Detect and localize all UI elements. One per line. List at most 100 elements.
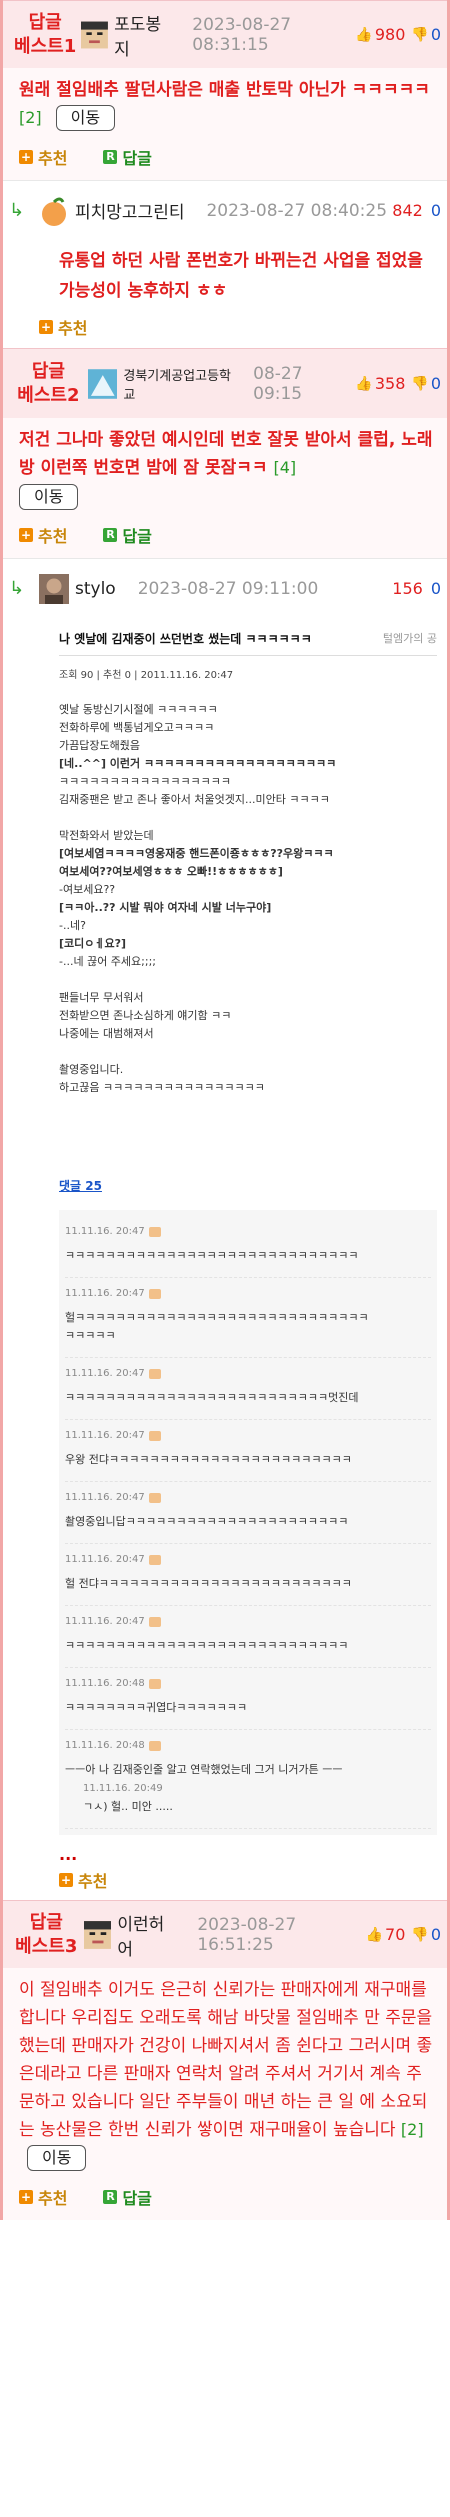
embed-line: -..네? xyxy=(59,919,86,932)
comment-actions: + 추천 R 답글 xyxy=(19,522,435,548)
comment-time: 2023-08-27 08:40:25 xyxy=(206,200,388,221)
embed-comment: 11.11.16. 20:47 우왕 전댜ㅋㅋㅋㅋㅋㅋㅋㅋㅋㅋㅋㅋㅋㅋㅋㅋㅋㅋㅋㅋ… xyxy=(65,1420,431,1482)
embed-sub-comment-text: ㄱㅅ) 헐.. 미안 ..... xyxy=(83,1800,173,1813)
best-comment-body-2: 저건 그나마 좋았던 예시인데 번호 잘못 받아서 클럽, 노래방 이런쪽 번호… xyxy=(3,418,447,558)
thumbs-up-icon[interactable]: 👍 xyxy=(355,376,372,392)
embed-line: [여보세염ㅋㅋㅋㅋ영웅재중 핸드폰이죵ㅎㅎㅎ??우왕ㅋㅋㅋ xyxy=(59,847,334,860)
embed-comment: 11.11.16. 20:47 헐 전댜ㅋㅋㅋㅋㅋㅋㅋㅋㅋㅋㅋㅋㅋㅋㅋㅋㅋㅋㅋㅋㅋ… xyxy=(65,1544,431,1606)
embedded-image: 나 옛날에 김재중이 쓰던번호 썼는데 ㅋㅋㅋㅋㅋㅋ 털엠가의 공 조회 90 … xyxy=(59,622,437,1835)
move-button[interactable]: 이동 xyxy=(19,484,79,510)
thumbs-up-icon[interactable]: 👍 xyxy=(366,1927,383,1943)
author-nick[interactable]: 피치망고그린티 xyxy=(39,196,184,226)
reply-tag-icon xyxy=(148,1740,161,1751)
pixel-avatar-icon xyxy=(83,1920,112,1949)
embed-comment: 11.11.16. 20:47 ㅋㅋㅋㅋㅋㅋㅋㅋㅋㅋㅋㅋㅋㅋㅋㅋㅋㅋㅋㅋㅋㅋㅋㅋㅋ… xyxy=(65,1216,431,1278)
vote-box: 👍 358 👎 0 xyxy=(355,374,441,393)
embed-comment-text: ㅋㅋㅋㅋㅋ xyxy=(65,1329,116,1342)
recommend-button[interactable]: + 추천 xyxy=(19,523,67,547)
comment-time: 08-27 09:15 xyxy=(253,363,303,404)
embed-line: 막전화와서 받았는데 xyxy=(59,829,154,842)
best-comment-header-2: 답글 베스트2 경북기계공업고등학교 08-27 09:15 👍 358 👎 0 xyxy=(3,348,447,418)
embed-comment-text: ㅋㅋㅋㅋㅋㅋㅋㅋㅋㅋㅋㅋㅋㅋㅋㅋㅋㅋㅋㅋㅋㅋㅋㅋㅋㅋ멋진데 xyxy=(65,1391,359,1404)
embed-post-meta: 조회 90 | 추천 0 | 2011.11.16. 20:47 xyxy=(59,670,234,681)
embed-comment: 11.11.16. 20:47 헐ㅋㅋㅋㅋㅋㅋㅋㅋㅋㅋㅋㅋㅋㅋㅋㅋㅋㅋㅋㅋㅋㅋㅋㅋ… xyxy=(65,1278,431,1358)
reply-arrow-icon: ↳ xyxy=(9,578,25,599)
comment-page: 답글 베스트1 포도봉지 2023-08-27 08:31:15 👍 980 👎… xyxy=(0,0,450,2220)
embed-line: -...네 끊어 주세요;;;; xyxy=(59,955,156,968)
embed-blank-line xyxy=(59,1043,437,1061)
up-count: 358 xyxy=(374,374,406,393)
author-nick[interactable]: 포도봉지 xyxy=(81,10,170,60)
embed-comment-time: 11.11.16. 20:48 xyxy=(65,1740,145,1751)
reply-arrow-icon: ↳ xyxy=(9,200,25,221)
peach-avatar-icon xyxy=(42,197,66,226)
best-comment-header-3: 답글 베스트3 이런허어 2023-08-27 16:51:25 👍 70 👎 … xyxy=(3,1900,447,1968)
embed-line: 전화받으면 존나소심하게 얘기함 ㅋㅋ xyxy=(59,1009,232,1022)
vote-box: 156 0 xyxy=(390,579,441,598)
author-nick[interactable]: stylo xyxy=(39,573,116,604)
embed-comment-list: 11.11.16. 20:47 ㅋㅋㅋㅋㅋㅋㅋㅋㅋㅋㅋㅋㅋㅋㅋㅋㅋㅋㅋㅋㅋㅋㅋㅋㅋ… xyxy=(59,1210,437,1835)
best-tag: 답글 베스트2 xyxy=(17,360,80,406)
embed-comment: 11.11.16. 20:48 ㅡㅡ아 나 김재중인줄 알고 연락했었는데 그거 … xyxy=(65,1730,431,1829)
thumbs-down-icon[interactable]: 👎 xyxy=(411,1927,428,1943)
reply-count[interactable]: [2] xyxy=(401,2120,424,2139)
down-count: 0 xyxy=(430,201,441,220)
move-row: 이동 xyxy=(19,484,435,510)
reply-tag-icon xyxy=(148,1430,161,1441)
vote-box: 👍 70 👎 0 xyxy=(366,1925,441,1944)
reply-tag-icon xyxy=(148,1616,161,1627)
reply-button[interactable]: R 답글 xyxy=(103,523,152,547)
comment-text: 이 절임배추 이거도 은근히 신뢰가는 판매자에게 재구매를 합니다 우리집도 … xyxy=(19,1976,435,2172)
reply-tag-icon xyxy=(148,1554,161,1565)
reply-count[interactable]: [2] xyxy=(19,108,42,127)
move-button[interactable]: 이동 xyxy=(27,2145,87,2171)
reply-tag-icon xyxy=(148,1492,161,1503)
embed-line: [코디ㅇㅔ요?] xyxy=(59,937,127,950)
thumbs-up-icon[interactable]: 👍 xyxy=(355,27,372,43)
comment-time: 2023-08-27 08:31:15 xyxy=(192,14,292,55)
embed-comment-time-row: 11.11.16. 20:47 xyxy=(65,1368,431,1379)
embed-blank-line xyxy=(59,971,437,989)
reply-button[interactable]: R 답글 xyxy=(103,2185,152,2209)
plus-icon: + xyxy=(19,2190,33,2204)
down-count: 0 xyxy=(430,374,441,393)
author-nick[interactable]: 경북기계공업고등학교 xyxy=(87,365,241,403)
reply-comment-header: ↳ 피치망고그린티 2023-08-27 08:40:25 842 0 xyxy=(3,180,447,240)
recommend-button[interactable]: + 추천 xyxy=(19,2185,67,2209)
recommend-button[interactable]: + 추천 xyxy=(39,315,87,339)
embed-comment-time: 11.11.16. 20:47 xyxy=(65,1492,145,1503)
photo-avatar-icon xyxy=(39,573,69,604)
comment-actions: + 추천 xyxy=(3,1864,447,1900)
reply-icon: R xyxy=(103,2190,118,2204)
reply-tag-icon xyxy=(148,1226,161,1237)
reply-count[interactable]: [4] xyxy=(273,458,296,477)
move-button[interactable]: 이동 xyxy=(55,105,116,131)
embed-line: ㅋㅋㅋㅋㅋㅋㅋㅋㅋㅋㅋㅋㅋㅋㅋㅋㅋ xyxy=(59,775,232,788)
recommend-button[interactable]: + 추천 xyxy=(19,145,67,169)
best-comment-header-1: 답글 베스트1 포도봉지 2023-08-27 08:31:15 👍 980 👎… xyxy=(3,0,447,68)
embed-comment-time-row: 11.11.16. 20:47 xyxy=(65,1616,431,1627)
embed-line: 팬들너무 무서워서 xyxy=(59,991,144,1004)
up-count: 156 xyxy=(392,579,423,598)
embed-comment-count: 댓글 25 xyxy=(59,1179,102,1193)
embed-post-title: 나 옛날에 김재중이 쓰던번호 썼는데 ㅋㅋㅋㅋㅋㅋ xyxy=(59,632,312,646)
plus-icon: + xyxy=(19,150,33,164)
plus-icon: + xyxy=(39,320,53,334)
recommend-button[interactable]: + 추천 xyxy=(59,1868,107,1892)
embed-sub-comment-time: 11.11.16. 20:49 xyxy=(83,1783,163,1794)
comment-actions: + 추천 R 답글 xyxy=(19,2184,435,2210)
best-tag: 답글 베스트3 xyxy=(15,1911,78,1957)
embed-line: 김재중팬은 받고 존나 좋아서 처울엇겟지...미안타 ㅋㅋㅋㅋ xyxy=(59,793,330,806)
embed-comment-text: ㅋㅋㅋㅋㅋㅋㅋㅋㅋㅋㅋㅋㅋㅋㅋㅋㅋㅋㅋㅋㅋㅋㅋㅋㅋㅋㅋㅋㅋ xyxy=(65,1249,359,1262)
thumbs-down-icon[interactable]: 👎 xyxy=(411,376,428,392)
comment-time: 2023-08-27 09:11:00 xyxy=(137,578,319,599)
embed-comment: 11.11.16. 20:47 ㅋㅋㅋㅋㅋㅋㅋㅋㅋㅋㅋㅋㅋㅋㅋㅋㅋㅋㅋㅋㅋㅋㅋㅋㅋ… xyxy=(65,1606,431,1668)
comment-time: 2023-08-27 16:51:25 xyxy=(197,1914,297,1955)
school-avatar-icon xyxy=(87,368,118,399)
up-count: 980 xyxy=(374,25,406,44)
reply-button[interactable]: R 답글 xyxy=(103,145,152,169)
more-ellipsis[interactable]: ... xyxy=(3,1835,447,1864)
author-nick[interactable]: 이런허어 xyxy=(83,1910,176,1960)
embed-blank-line xyxy=(59,809,437,827)
thumbs-down-icon[interactable]: 👎 xyxy=(411,27,428,43)
